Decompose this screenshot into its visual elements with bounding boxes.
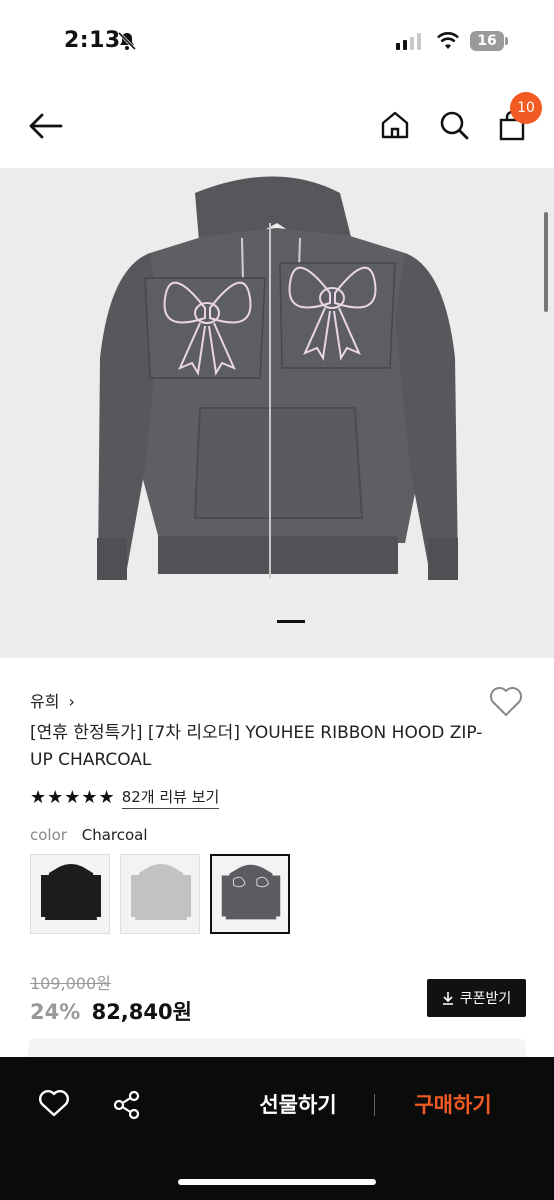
- original-price: 109,000원: [30, 974, 111, 993]
- status-bar: 2:13 16: [0, 0, 554, 80]
- gray-hoodie-thumbnail: [131, 864, 191, 920]
- search-icon[interactable]: [439, 110, 469, 140]
- chevron-right-icon: ›: [68, 692, 75, 711]
- bell-muted-icon: [117, 31, 137, 51]
- home-icon[interactable]: [380, 110, 410, 140]
- coupon-label: 쿠폰받기: [459, 991, 512, 1007]
- review-link[interactable]: 82개 리뷰 보기: [121, 786, 220, 809]
- color-value: Charcoal: [81, 826, 148, 844]
- color-label: color: [30, 826, 67, 844]
- color-swatches: [30, 854, 290, 934]
- price-row: 24% 82,840원: [30, 996, 192, 1026]
- status-time: 2:13: [64, 28, 121, 53]
- swatch-black[interactable]: [30, 854, 110, 934]
- buy-button[interactable]: 구매하기: [392, 1088, 514, 1122]
- sale-price: 82,840원: [91, 1000, 192, 1024]
- gallery-page-indicator: [277, 620, 305, 623]
- wifi-icon: [437, 32, 459, 49]
- rating-stars: ★★★★★: [30, 787, 116, 808]
- rating-row: ★★★★★ 82개 리뷰 보기: [30, 786, 220, 809]
- brand-name: 유희: [30, 692, 60, 711]
- discount-percent: 24%: [30, 1000, 81, 1024]
- scrollbar[interactable]: [544, 212, 548, 312]
- product-hoodie-image: [97, 176, 458, 580]
- home-indicator: [178, 1179, 376, 1185]
- black-hoodie-thumbnail: [41, 864, 101, 920]
- cellular-signal-icon: [396, 32, 421, 50]
- heart-icon[interactable]: [38, 1090, 70, 1118]
- heart-icon[interactable]: [488, 686, 524, 718]
- coupon-button[interactable]: 쿠폰받기: [427, 979, 526, 1017]
- button-divider: [374, 1094, 375, 1116]
- download-icon: [442, 992, 453, 1005]
- color-row: color Charcoal: [30, 826, 148, 844]
- brand-link[interactable]: 유희 ›: [30, 688, 75, 712]
- share-icon[interactable]: [112, 1090, 142, 1120]
- gift-button[interactable]: 선물하기: [228, 1088, 368, 1122]
- charcoal-hoodie-thumbnail: [221, 864, 281, 920]
- product-title: [연휴 한정특가] [7차 리오더] YOUHEE RIBBON HOOD ZI…: [30, 723, 483, 770]
- top-nav: [0, 90, 554, 166]
- arrow-left-icon[interactable]: [28, 112, 64, 140]
- product-image-gallery[interactable]: [0, 168, 554, 658]
- swatch-light-gray[interactable]: [120, 854, 200, 934]
- cart-count-badge: 10: [510, 92, 542, 124]
- swatch-charcoal[interactable]: [210, 854, 290, 934]
- battery-indicator: 16: [470, 31, 508, 51]
